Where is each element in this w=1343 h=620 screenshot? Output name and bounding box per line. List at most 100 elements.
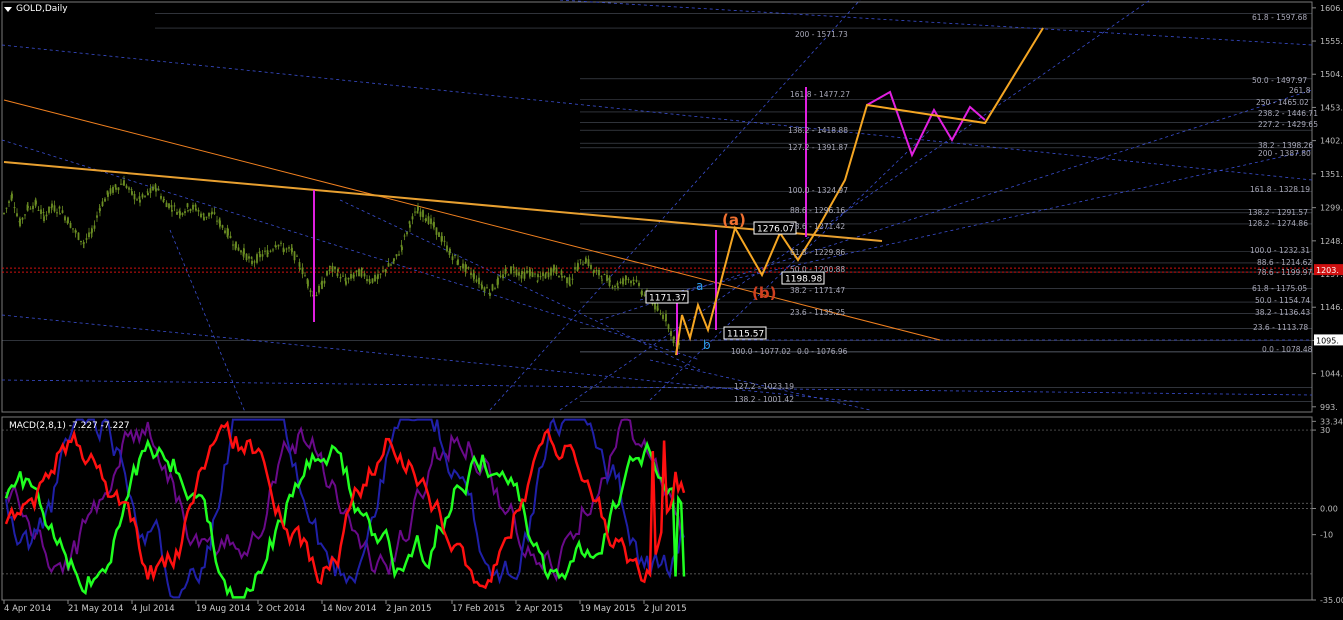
candle-body: [609, 280, 611, 282]
candle-body: [547, 272, 550, 278]
candle-body: [221, 225, 224, 228]
candle-body: [393, 258, 395, 262]
candle-body: [667, 324, 670, 330]
chart-canvas[interactable]: 1606. 1555. 1504. 1453. 1402. 1351. 1299. 1248.…: [0, 0, 1343, 620]
candle-body: [288, 247, 290, 249]
candle-body: [136, 199, 138, 201]
candle-body: [361, 267, 363, 270]
candle-body: [243, 248, 245, 255]
fib-level-label: 261.8: [1289, 86, 1311, 95]
candle-body: [641, 290, 643, 295]
candle-body: [45, 214, 48, 217]
candle-body: [112, 186, 114, 193]
candle-body: [632, 279, 635, 282]
price-callout-label: 1115.57: [727, 330, 764, 340]
chart-window: 1606. 1555. 1504. 1453. 1402. 1351. 1299. 1248.…: [0, 0, 1343, 620]
candle-body: [371, 278, 374, 283]
candle-body: [643, 294, 646, 296]
candle-body: [40, 209, 42, 214]
x-tick-label: 2 Apr 2015: [516, 604, 563, 614]
candle-body: [491, 284, 494, 291]
candle-body: [539, 276, 542, 278]
y-tick-label: 1504.: [1320, 70, 1343, 79]
chart-title-bar[interactable]: GOLD,Daily: [4, 2, 68, 16]
candle-body: [171, 210, 173, 212]
candle-body: [630, 280, 632, 284]
candle-body: [534, 273, 536, 275]
candle-body: [160, 195, 162, 199]
fib-level-label: 38.2 - 1136.43: [1255, 308, 1310, 317]
fib-level-label: 250 - 1465.02: [1256, 98, 1309, 107]
fib-level-label: 227.2 - 1429.65: [1258, 120, 1318, 129]
candle-body: [53, 205, 56, 212]
candle-body: [213, 212, 216, 214]
fib-level-label: 138.2 - 1001.42: [734, 395, 794, 404]
candle-body: [13, 206, 16, 209]
candle-body: [323, 280, 326, 284]
candle-body: [104, 198, 106, 202]
candle-body: [224, 230, 226, 234]
candle-body: [665, 313, 667, 322]
candle-body: [277, 244, 280, 247]
candle-body: [465, 264, 467, 270]
candle-body: [173, 205, 176, 207]
candle-body: [622, 278, 624, 285]
fib-level-label: 23.6 - 1113.78: [1253, 323, 1308, 332]
x-tick-label: 21 May 2014: [68, 604, 123, 614]
y-tick-label: 1044.: [1320, 370, 1343, 379]
dropdown-triangle-icon[interactable]: [4, 6, 12, 12]
candle-body: [619, 281, 622, 284]
candle-body: [481, 285, 483, 289]
candle-body: [657, 308, 659, 310]
candle-body: [117, 187, 120, 191]
candle-body: [430, 218, 432, 225]
candle-body: [600, 275, 603, 277]
candle-body: [416, 210, 419, 214]
candle-body: [635, 279, 638, 282]
candle-body: [157, 188, 160, 191]
candle-body: [654, 302, 656, 310]
candle-body: [585, 258, 587, 263]
y-tick-label: 1453.: [1320, 103, 1343, 112]
candle-body: [390, 264, 392, 266]
candle-body: [507, 274, 510, 276]
fib-level-label: 100.0 - 1232.31: [1250, 246, 1310, 255]
candle-body: [355, 270, 358, 273]
candle-body: [486, 287, 488, 289]
candle-body: [512, 266, 515, 268]
candle-body: [229, 235, 232, 239]
candle-body: [326, 271, 328, 276]
candle-body: [11, 193, 13, 199]
bid-price-label: 1203.: [1316, 266, 1339, 275]
candle-body: [353, 275, 355, 277]
candle-body: [441, 236, 443, 241]
candle-body: [568, 277, 571, 285]
candle-body: [334, 266, 336, 270]
candle-body: [529, 269, 531, 276]
dashed-channel-line: [599, 89, 1313, 321]
candle-body: [374, 274, 376, 282]
fib-level-label: 127.2 - 1023.19: [734, 382, 794, 391]
x-tick-label: 2 Jan 2015: [386, 604, 432, 614]
candle-body: [299, 268, 301, 270]
candle-body: [88, 232, 90, 238]
candle-body: [251, 260, 253, 265]
candle-body: [163, 199, 165, 201]
candle-body: [181, 212, 184, 216]
candle-body: [411, 216, 414, 220]
wave-label-b-major: (b): [752, 284, 776, 302]
candle-body: [582, 264, 584, 266]
fib-level-label: 88.6 - 1214.62: [1257, 258, 1312, 267]
candle-body: [433, 222, 435, 228]
candle-body: [499, 275, 502, 277]
candle-body: [558, 275, 560, 278]
fib-level-label: 88.6 - 1296.16: [790, 206, 845, 215]
main-pane-border: [1, 1, 1313, 413]
candle-body: [107, 192, 109, 197]
candle-body: [56, 212, 58, 214]
candle-body: [240, 250, 242, 253]
candle-body: [267, 252, 269, 254]
symbol-title: GOLD,Daily: [16, 4, 68, 14]
fib-level-label: 78.6 - 1199.97: [1257, 268, 1312, 277]
fib-level-label: 100.0 - 1077.02: [731, 347, 791, 356]
